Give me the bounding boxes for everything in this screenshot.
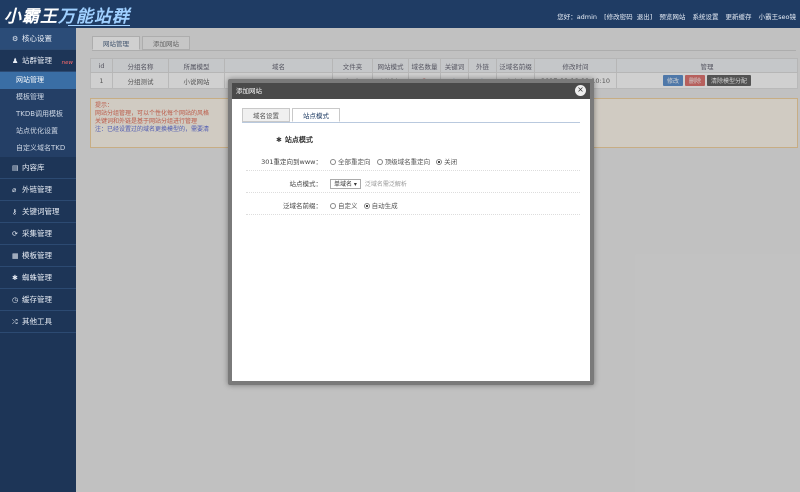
header-links: 您好：admin [修改密码 退出] 预览网站 系统设置 更新缓存 小霸王seo… bbox=[552, 11, 796, 21]
key-icon: ⚷ bbox=[12, 208, 18, 216]
radio-label: 顶级域名重定向 bbox=[384, 158, 431, 166]
close-icon[interactable]: × bbox=[575, 85, 586, 96]
site-mode-hint: 泛域名需泛解析 bbox=[364, 181, 407, 188]
radio-label: 自定义 bbox=[338, 202, 358, 210]
logo-underline bbox=[68, 25, 130, 26]
modal-title: 添加网站 bbox=[236, 87, 262, 95]
book-icon: ▤ bbox=[12, 164, 19, 172]
prefix-options: 自定义 自动生成 bbox=[326, 197, 398, 215]
sidebar-item-label: 核心设置 bbox=[22, 34, 52, 43]
sidebar-item-label: 内容库 bbox=[22, 163, 45, 172]
sidebar-item-label: 模板管理 bbox=[22, 251, 52, 260]
change-password-link[interactable]: [修改密码 bbox=[604, 13, 633, 21]
site-mode-label: 站点模式： bbox=[289, 180, 323, 188]
redirect-label: 301重定向到www： bbox=[261, 158, 322, 166]
system-settings-link[interactable]: 系统设置 bbox=[692, 13, 718, 21]
radio-label: 自动生成 bbox=[371, 202, 398, 210]
section-title-text: 站点模式 bbox=[284, 136, 313, 144]
modal-tabs: 域名设置 站点模式 bbox=[242, 108, 342, 122]
top-header: 小霸王万能站群 您好：admin [修改密码 退出] 预览网站 系统设置 更新缓… bbox=[0, 0, 800, 28]
preview-site-link[interactable]: 预览网站 bbox=[659, 13, 685, 21]
section-title: ✱ 站点模式 bbox=[276, 135, 313, 145]
grid-icon: ▦ bbox=[12, 252, 19, 260]
clock-icon: ◷ bbox=[12, 296, 19, 304]
sidebar-subitem-custom-domain-tkd[interactable]: 自定义域名TKD bbox=[0, 140, 76, 157]
radio-label: 全部重定向 bbox=[338, 158, 371, 166]
tab-domain-settings[interactable]: 域名设置 bbox=[242, 108, 290, 122]
gear-icon: ✱ bbox=[276, 136, 282, 144]
logout-link[interactable]: 退出] bbox=[637, 13, 653, 21]
radio-redirect-top[interactable] bbox=[376, 159, 383, 165]
sidebar-item-site-group[interactable]: ♟ 站群管理 new bbox=[0, 50, 76, 72]
site-mode-select[interactable]: 单域名 ▾ bbox=[330, 179, 361, 189]
sidebar-subitem-tkdb-template[interactable]: TKDB调用模板 bbox=[0, 106, 76, 123]
sidebar-item-cache[interactable]: ◷ 缓存管理 bbox=[0, 289, 76, 311]
update-cache-link[interactable]: 更新缓存 bbox=[726, 13, 752, 21]
sidebar-item-core-settings[interactable]: ⚙ 核心设置 bbox=[0, 28, 76, 50]
logo-accent: 万能站群 bbox=[58, 7, 130, 27]
sidebar-item-label: 关键词管理 bbox=[22, 207, 60, 216]
redirect-options: 全部重定向 顶级域名重定向 关闭 bbox=[326, 153, 457, 171]
brand-link[interactable]: 小霸王seo镜 bbox=[759, 13, 796, 21]
sidebar-item-content-library[interactable]: ▤ 内容库 bbox=[0, 157, 76, 179]
modal-titlebar: 添加网站 × bbox=[232, 83, 590, 99]
sidebar-subitem-site-optimize[interactable]: 站点优化设置 bbox=[0, 123, 76, 140]
refresh-icon: ⟳ bbox=[12, 230, 18, 238]
radio-prefix-auto[interactable] bbox=[363, 203, 370, 209]
sidebar-item-spider[interactable]: ✱ 蜘蛛管理 bbox=[0, 267, 76, 289]
redirect-row: 301重定向到www： 全部重定向 顶级域名重定向 关闭 bbox=[246, 153, 580, 171]
add-site-modal: 添加网站 × 域名设置 站点模式 ✱ 站点模式 301重定向到www： 全部重定向 … bbox=[228, 79, 594, 385]
sidebar-subitem-site-manage[interactable]: 网站管理 bbox=[0, 72, 76, 89]
link-icon: ⌀ bbox=[12, 186, 17, 194]
spider-icon: ✱ bbox=[12, 274, 18, 282]
sidebar-item-label: 缓存管理 bbox=[22, 295, 52, 304]
prefix-row: 泛域名前缀： 自定义 自动生成 bbox=[246, 197, 580, 215]
greeting-text: 您好：admin bbox=[557, 13, 598, 21]
sidebar: ⚙ 核心设置 ♟ 站群管理 new 网站管理 模板管理 TKDB调用模板 站点优化设置… bbox=[0, 28, 76, 492]
logo-main: 小霸王 bbox=[4, 7, 58, 27]
sidebar-item-label: 其他工具 bbox=[22, 317, 52, 326]
radio-redirect-all[interactable] bbox=[330, 159, 336, 165]
prefix-label: 泛域名前缀： bbox=[283, 202, 322, 210]
radio-prefix-custom[interactable] bbox=[330, 203, 336, 209]
radio-redirect-off[interactable] bbox=[436, 159, 443, 165]
site-mode-row: 站点模式： 单域名 ▾ 泛域名需泛解析 bbox=[246, 175, 580, 193]
tab-site-mode[interactable]: 站点模式 bbox=[292, 108, 340, 122]
shuffle-icon: ⤮ bbox=[12, 318, 18, 326]
gear-icon: ⚙ bbox=[12, 35, 19, 43]
site-mode-control: 单域名 ▾ 泛域名需泛解析 bbox=[326, 175, 407, 194]
app-logo: 小霸王万能站群 bbox=[4, 2, 130, 27]
sidebar-item-templates[interactable]: ▦ 模板管理 bbox=[0, 245, 76, 267]
radio-label: 关闭 bbox=[444, 158, 458, 166]
sidebar-subitem-template-manage[interactable]: 模板管理 bbox=[0, 89, 76, 106]
sidebar-item-label: 外链管理 bbox=[22, 185, 52, 194]
sidebar-item-other-tools[interactable]: ⤮ 其他工具 bbox=[0, 311, 76, 333]
new-badge: new bbox=[61, 60, 73, 66]
sidebar-item-collect[interactable]: ⟳ 采集管理 bbox=[0, 223, 76, 245]
sidebar-item-label: 采集管理 bbox=[22, 229, 52, 238]
sidebar-item-keywords[interactable]: ⚷ 关键词管理 bbox=[0, 201, 76, 223]
sidebar-item-label: 蜘蛛管理 bbox=[22, 273, 52, 282]
user-icon: ♟ bbox=[12, 57, 19, 65]
modal-tab-divider bbox=[242, 122, 580, 123]
sidebar-item-label: 站群管理 bbox=[22, 56, 52, 65]
sidebar-item-outlink[interactable]: ⌀ 外链管理 bbox=[0, 179, 76, 201]
